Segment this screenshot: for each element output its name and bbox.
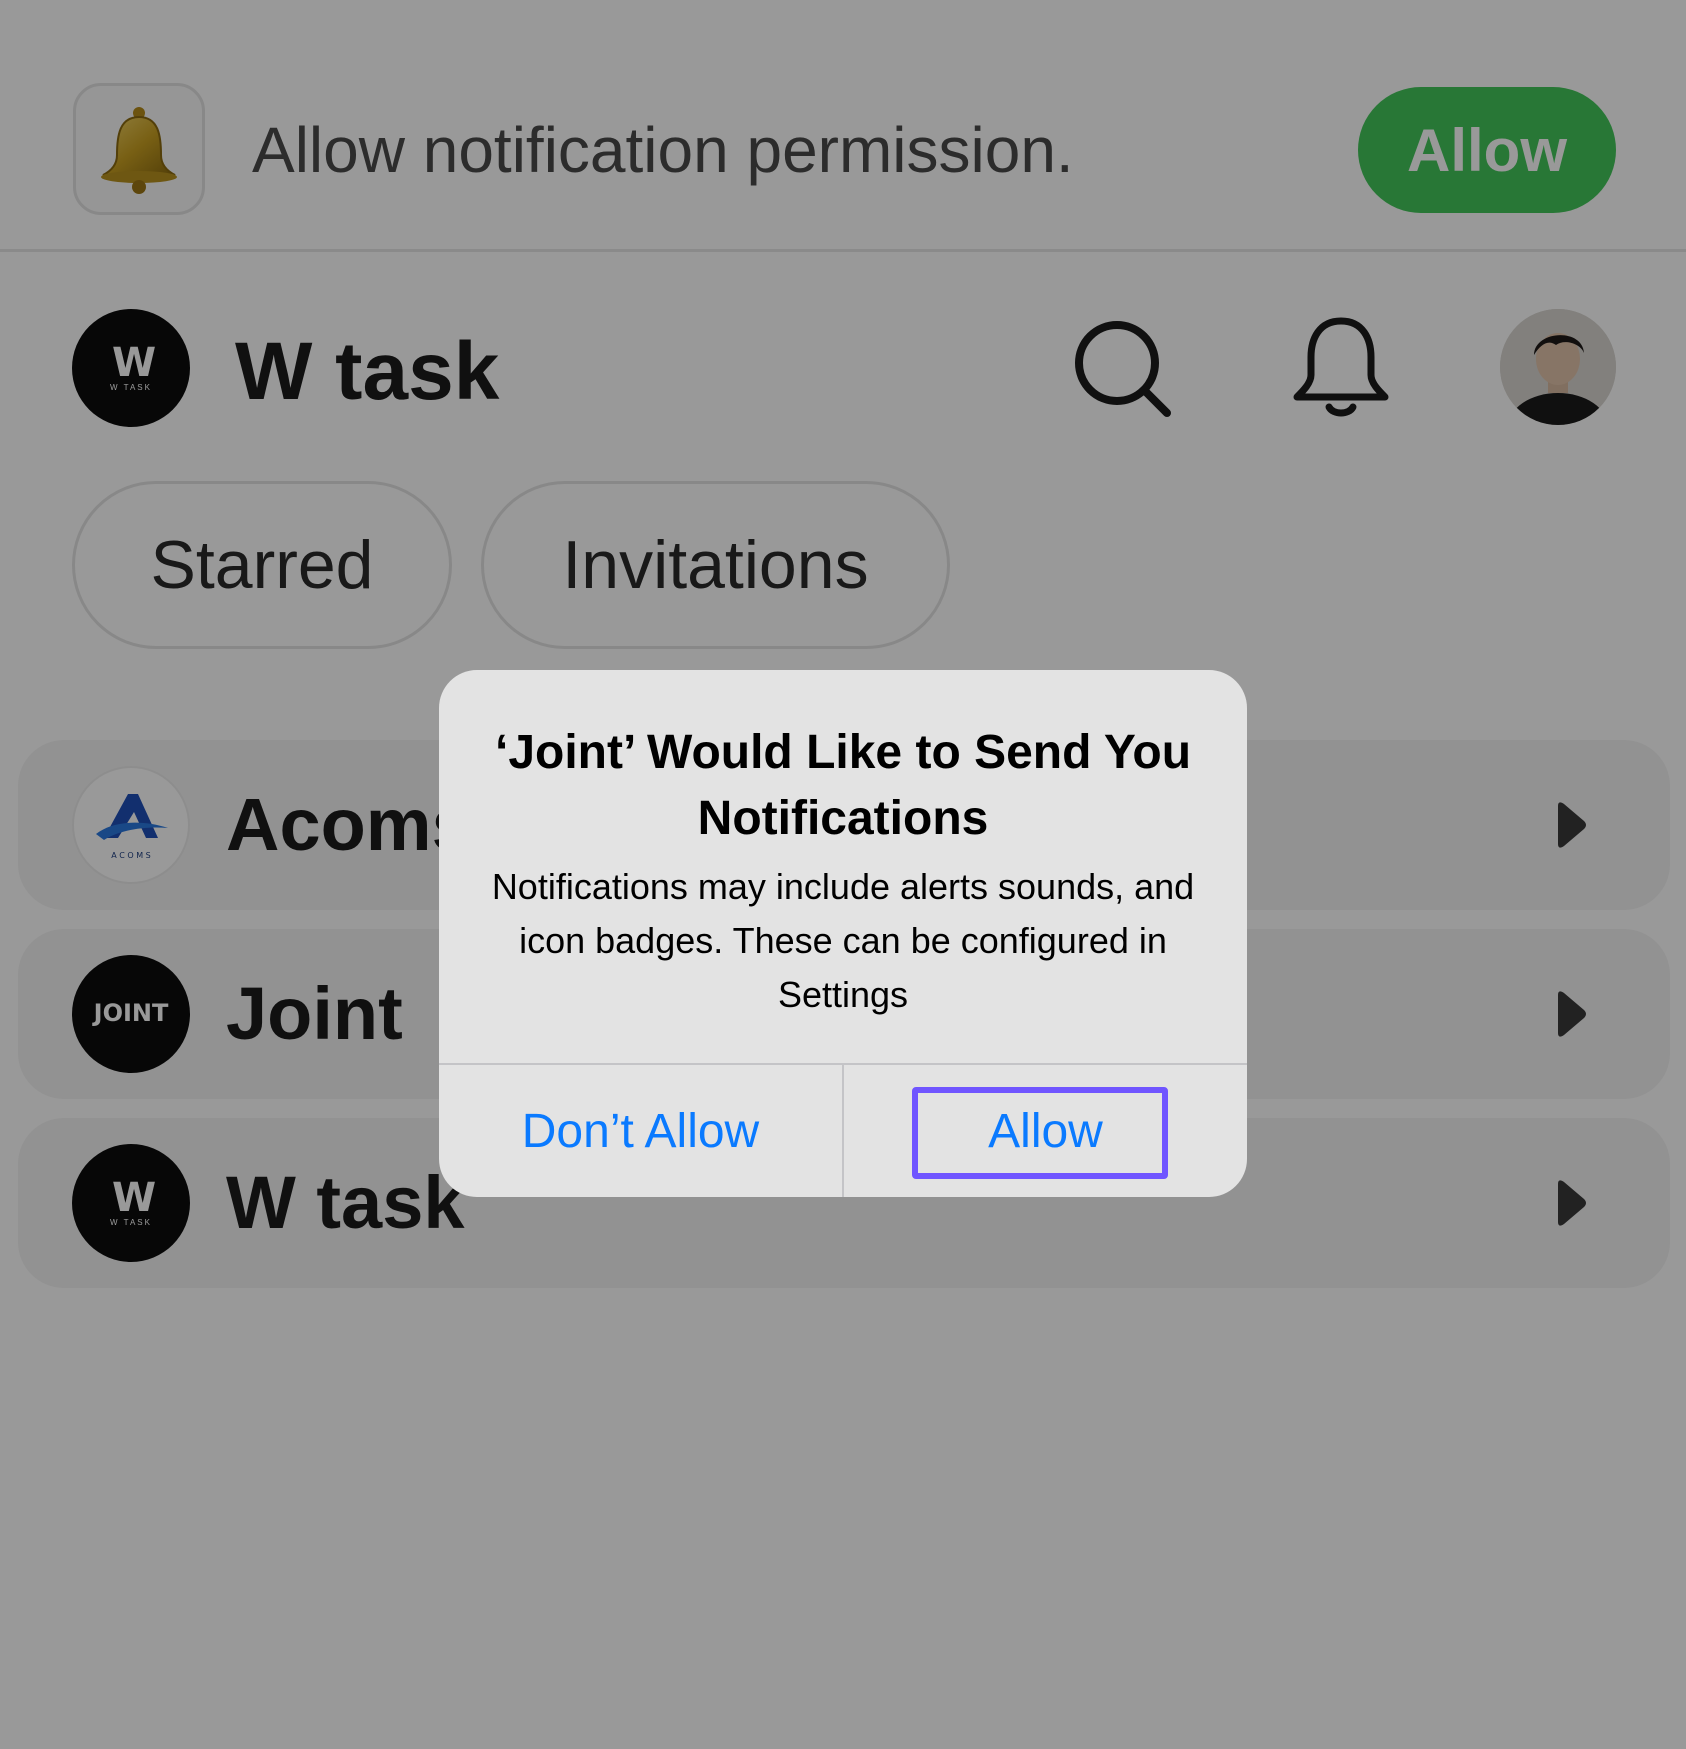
alert-message: Notifications may include alerts sounds,… [491, 866, 1195, 1015]
alert-title: ‘Joint’ Would Like to Send You Notificat… [494, 726, 1192, 845]
dont-allow-button[interactable]: Don’t Allow [439, 1065, 842, 1197]
alert-allow-button[interactable]: Allow [844, 1065, 1247, 1197]
notification-permission-alert: ‘Joint’ Would Like to Send You Notificat… [439, 670, 1247, 1197]
